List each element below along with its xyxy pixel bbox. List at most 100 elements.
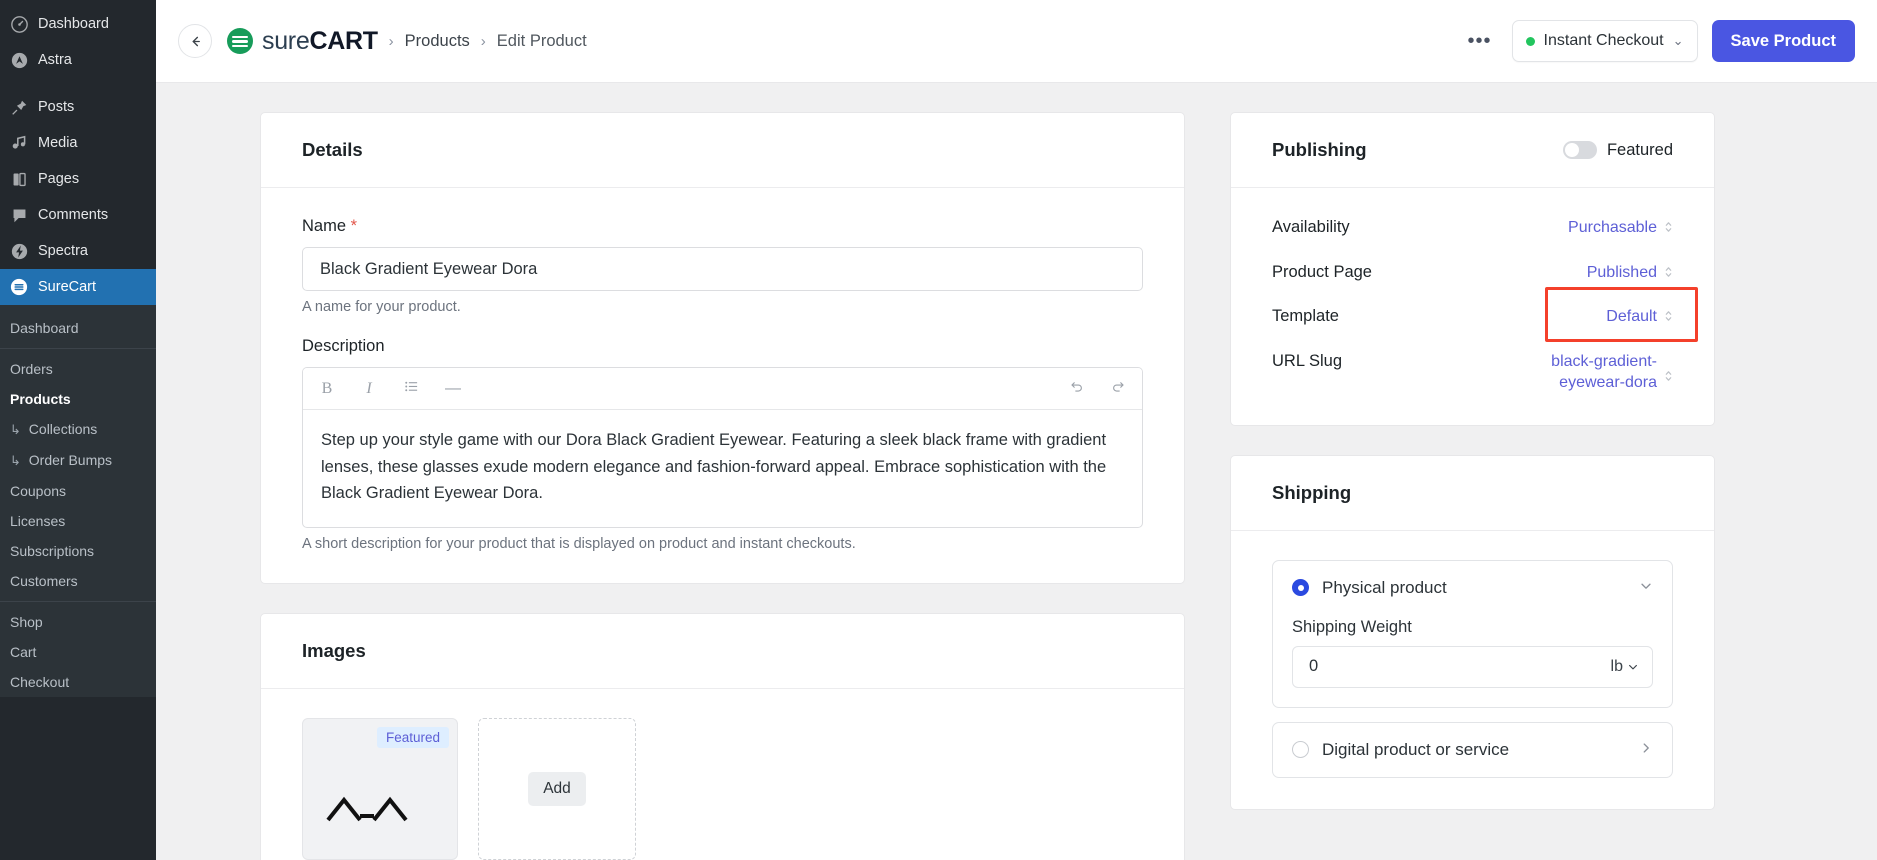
arrow-left-icon	[192, 36, 200, 46]
sidebar-item-label: Posts	[38, 99, 75, 115]
sidebar-subitem-order-bumps[interactable]: Order Bumps	[0, 445, 156, 476]
breadcrumb-separator: ›	[388, 32, 394, 50]
sidebar-item-spectra[interactable]: Spectra	[0, 233, 156, 269]
physical-product-option[interactable]: Physical product Shipping Weight lb	[1272, 559, 1673, 708]
product-page-control[interactable]: Published	[1587, 262, 1673, 284]
sidebar-subitem-products[interactable]: Products	[0, 384, 156, 414]
publishing-row-availability: Availability Purchasable	[1272, 217, 1673, 262]
sidebar-subitem-shop[interactable]: Shop	[0, 607, 156, 637]
sidebar-subitem-coupons[interactable]: Coupons	[0, 476, 156, 506]
editor-toolbar: B I —	[303, 368, 1142, 410]
images-grid: Featured Add	[302, 718, 1143, 860]
product-image-thumbnail[interactable]: Featured	[302, 718, 458, 860]
stepper-icon[interactable]	[1664, 351, 1673, 383]
stepper-icon[interactable]	[1664, 262, 1673, 279]
surecart-logo[interactable]: sureCART	[227, 28, 378, 54]
sidebar-item-media[interactable]: Media	[0, 125, 156, 161]
bullet-list-icon[interactable]	[401, 379, 421, 398]
astra-icon	[9, 50, 29, 70]
gauge-icon	[9, 14, 29, 34]
sidebar-item-label: Media	[38, 135, 78, 151]
sidebar-subitem-licenses[interactable]: Licenses	[0, 506, 156, 536]
required-asterisk: *	[350, 217, 358, 235]
sidebar-subitem-collections[interactable]: Collections	[0, 414, 156, 445]
submenu-divider-1	[0, 348, 156, 349]
breadcrumb-separator-2: ›	[480, 32, 486, 50]
details-card-body: Name * A name for your product. Descript…	[261, 188, 1184, 583]
undo-icon[interactable]	[1066, 379, 1086, 398]
brand-text-cart: CART	[309, 26, 378, 55]
sidebar-subitem-label: Products	[10, 391, 71, 407]
breadcrumb-products[interactable]: Products	[405, 32, 470, 51]
more-options-icon[interactable]: •••	[1462, 31, 1498, 51]
sidebar-item-astra[interactable]: Astra	[0, 42, 156, 78]
digital-product-label: Digital product or service	[1322, 739, 1510, 759]
template-value[interactable]: Default	[1606, 306, 1657, 328]
italic-icon[interactable]: I	[359, 380, 379, 397]
stepper-icon[interactable]	[1664, 217, 1673, 234]
sidebar-subitem-label: Licenses	[10, 513, 66, 529]
sidebar-submenu: Dashboard Orders Products Collections Or…	[0, 305, 156, 697]
availability-control[interactable]: Purchasable	[1568, 217, 1673, 239]
bold-icon[interactable]: B	[317, 380, 337, 397]
horizontal-rule-icon[interactable]: —	[443, 380, 463, 397]
product-name-input[interactable]	[302, 247, 1143, 291]
digital-product-option[interactable]: Digital product or service	[1272, 721, 1673, 778]
left-column: Details Name * A name for your product. …	[260, 112, 1185, 860]
sidebar-item-label: Comments	[38, 207, 109, 223]
images-title: Images	[302, 640, 366, 662]
images-card-header: Images	[261, 614, 1184, 690]
publishing-row-product-page: Product Page Published	[1272, 262, 1673, 307]
featured-toggle[interactable]	[1562, 141, 1597, 159]
sidebar-item-pages[interactable]: Pages	[0, 161, 156, 197]
sidebar-item-label: Dashboard	[38, 16, 109, 32]
brand-text-sure: sure	[262, 26, 310, 55]
sidebar-subitem-dashboard[interactable]: Dashboard	[0, 313, 156, 343]
product-page-value[interactable]: Published	[1587, 262, 1657, 284]
add-image-dropzone[interactable]: Add	[478, 718, 636, 860]
stepper-icon[interactable]	[1664, 306, 1673, 323]
chevron-down-icon[interactable]	[1639, 579, 1653, 596]
instant-checkout-dropdown[interactable]: Instant Checkout ⌄	[1511, 20, 1698, 62]
sidebar-subitem-label: Orders	[10, 361, 53, 377]
shipping-card-body: Physical product Shipping Weight lb	[1231, 531, 1714, 809]
availability-value[interactable]: Purchasable	[1568, 217, 1657, 239]
template-label: Template	[1272, 307, 1339, 326]
url-slug-control[interactable]: black-gradient-eyewear-dora	[1527, 351, 1673, 394]
add-image-button[interactable]: Add	[528, 772, 586, 807]
sidebar-subitem-label: Order Bumps	[28, 452, 113, 468]
publishing-row-template: Template Default	[1272, 287, 1699, 351]
shipping-weight-input[interactable]	[1292, 645, 1653, 688]
surecart-logo-text: sureCART	[262, 26, 378, 55]
back-button[interactable]	[178, 24, 212, 58]
url-slug-value[interactable]: black-gradient-eyewear-dora	[1527, 351, 1657, 394]
physical-product-radio[interactable]	[1292, 579, 1309, 597]
sidebar-item-surecart[interactable]: SureCart	[0, 269, 156, 305]
sidebar-subitem-label: Subscriptions	[10, 543, 95, 559]
submenu-divider-2	[0, 601, 156, 602]
wp-admin-sidebar: Dashboard Astra Posts Media Pages Commen…	[0, 0, 156, 860]
digital-product-header: Digital product or service	[1292, 740, 1653, 760]
sidebar-item-dashboard[interactable]: Dashboard	[0, 6, 156, 42]
sidebar-item-posts[interactable]: Posts	[0, 89, 156, 125]
main-region: sureCART › Products › Edit Product ••• I…	[156, 0, 1877, 860]
chevron-right-icon[interactable]	[1639, 741, 1653, 758]
name-field-label: Name *	[302, 217, 1143, 236]
redo-icon[interactable]	[1108, 379, 1128, 398]
weight-unit-select[interactable]: lb	[1611, 658, 1639, 676]
sidebar-subitem-customers[interactable]: Customers	[0, 566, 156, 596]
sidebar-subitem-checkout[interactable]: Checkout	[0, 667, 156, 697]
sidebar-subitem-label: Dashboard	[10, 320, 79, 336]
description-text[interactable]: Step up your style game with our Dora Bl…	[303, 410, 1142, 527]
digital-product-radio[interactable]	[1292, 741, 1309, 759]
sidebar-subitem-cart[interactable]: Cart	[0, 637, 156, 667]
sidebar-subitem-orders[interactable]: Orders	[0, 354, 156, 384]
chevron-down-icon	[1629, 664, 1637, 670]
sidebar-subitem-subscriptions[interactable]: Subscriptions	[0, 536, 156, 566]
topbar-actions: ••• Instant Checkout ⌄ Save Product	[1462, 20, 1855, 62]
save-product-button[interactable]: Save Product	[1711, 20, 1855, 62]
sidebar-item-comments[interactable]: Comments	[0, 197, 156, 233]
description-editor: B I — Step up your style game with our D…	[302, 367, 1143, 529]
template-control[interactable]: Default	[1545, 287, 1699, 343]
sidebar-subitem-label: Collections	[28, 421, 98, 437]
